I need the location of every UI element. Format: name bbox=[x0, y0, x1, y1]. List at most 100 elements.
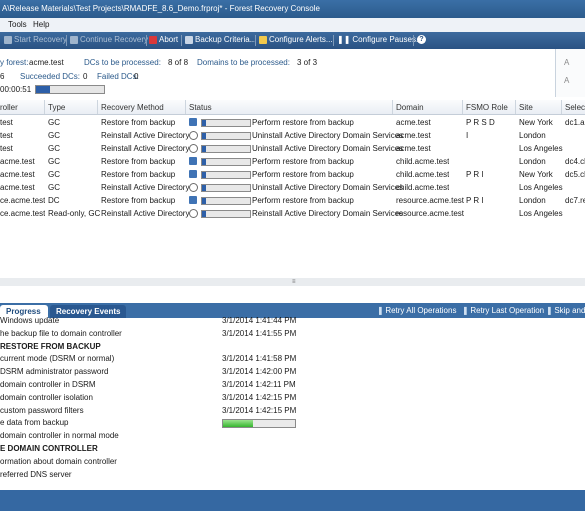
cell-recovery-method: Restore from backup bbox=[101, 196, 176, 205]
table-row[interactable]: ce.acme.test DC Restore from backup Perform… bbox=[0, 194, 585, 207]
col-select[interactable]: Select bbox=[565, 103, 585, 112]
cell-type: GC bbox=[48, 118, 60, 127]
cell-recovery-method: Reinstall Active Directory bbox=[101, 183, 190, 192]
title-bar: A\Release Materials\Test Projects\RMADFE… bbox=[0, 0, 585, 18]
tab-recovery-events[interactable]: Recovery Events bbox=[50, 305, 127, 318]
cell-select: dc1.ac bbox=[565, 118, 585, 127]
col-recovery-method[interactable]: Recovery Method bbox=[101, 103, 164, 112]
domains-processed-label: Domains to be processed: bbox=[197, 58, 290, 67]
dcs-processed-value: 8 of 8 bbox=[168, 58, 189, 67]
progress-step-label: domain controller in DSRM bbox=[0, 380, 96, 389]
configure-alerts-button[interactable]: Configure Alerts... bbox=[259, 35, 333, 44]
row-progress-bar bbox=[201, 145, 251, 153]
cell-domain: child.acme.test bbox=[396, 157, 450, 166]
progress-step-time: 3/1/2014 1:42:15 PM bbox=[222, 392, 297, 402]
cell-recovery-method: Restore from backup bbox=[101, 118, 176, 127]
cell-status: Perform restore from backup bbox=[252, 196, 354, 205]
retry-all-operations-button[interactable]: ❚ Retry All Operations bbox=[377, 306, 456, 315]
progress-step-time: 3/1/2014 1:41:58 PM bbox=[222, 354, 297, 364]
row-progress-fill bbox=[202, 133, 206, 139]
clock-icon bbox=[189, 209, 198, 218]
cell-site: Los Angeles bbox=[519, 183, 563, 192]
domains-processed-value: 3 of 3 bbox=[297, 58, 318, 67]
skip-button[interactable]: ❚ Skip and bbox=[546, 306, 585, 315]
cell-domain: resource.acme.test bbox=[396, 196, 465, 205]
cell-status: Perform restore from backup bbox=[252, 170, 354, 179]
table-row[interactable]: test GC Restore from backup Perform restore… bbox=[0, 116, 585, 129]
col-domain[interactable]: Domain bbox=[396, 103, 424, 112]
menu-tools[interactable]: Tools bbox=[8, 20, 27, 29]
table-row[interactable]: acme.test GC Restore from backup Perform re… bbox=[0, 168, 585, 181]
restore-icon bbox=[189, 196, 197, 204]
continue-icon bbox=[70, 35, 78, 44]
succeeded-label: Succeeded DCs: bbox=[20, 72, 81, 81]
cell-type: Read-only, GC bbox=[48, 209, 101, 218]
col-status[interactable]: Status bbox=[189, 103, 212, 112]
cell-fsmo-role: P R S D bbox=[466, 118, 495, 127]
table-row[interactable]: test GC Reinstall Active Directory Uninstal… bbox=[0, 129, 585, 142]
help-button[interactable]: ? bbox=[417, 35, 426, 44]
configure-pauses-button[interactable]: ❚❚ Configure Pauses... bbox=[337, 35, 423, 44]
continue-recovery-button[interactable]: Continue Recovery bbox=[70, 35, 148, 44]
cell-status: Uninstall Active Directory Domain Servic… bbox=[252, 144, 404, 153]
grid-horizontal-scrollbar[interactable]: ≡ bbox=[0, 278, 585, 286]
progress-step-time: 3/1/2014 1:42:00 PM bbox=[222, 367, 297, 377]
table-row[interactable]: test GC Reinstall Active Directory Uninstal… bbox=[0, 142, 585, 155]
succeeded-value: 0 bbox=[83, 72, 88, 81]
cell-select: dc7.re bbox=[565, 196, 585, 205]
table-row[interactable]: acme.test GC Restore from backup Perform re… bbox=[0, 155, 585, 168]
cell-fsmo-role: P R I bbox=[466, 196, 484, 205]
progress-step-label: Windows update bbox=[0, 316, 60, 325]
progress-step-time: 3/1/2014 1:42:11 PM bbox=[222, 380, 296, 389]
table-row[interactable]: ce.acme.test Read-only, GC Reinstall Activ… bbox=[0, 207, 585, 220]
cell-type: GC bbox=[48, 131, 60, 140]
cell-fsmo-role: P R I bbox=[466, 170, 484, 179]
count-prefix: 6 bbox=[0, 72, 5, 81]
progress-step-label: e data from backup bbox=[0, 418, 69, 428]
row-progress-fill bbox=[202, 146, 206, 152]
start-recovery-button[interactable]: Start Recovery bbox=[4, 35, 67, 44]
cell-domain: acme.test bbox=[396, 118, 431, 127]
help-icon: ? bbox=[417, 35, 426, 44]
progress-section-heading: E DOMAIN CONTROLLER bbox=[0, 444, 98, 453]
dcs-processed-label: DCs to be processed: bbox=[84, 58, 161, 67]
backup-criteria-button[interactable]: Backup Criteria... bbox=[185, 35, 256, 44]
cell-type: DC bbox=[48, 196, 60, 205]
table-row[interactable]: acme.test GC Reinstall Active Directory Uni… bbox=[0, 181, 585, 194]
progress-step-label: domain controller in normal mode bbox=[0, 431, 119, 441]
menu-help[interactable]: Help bbox=[33, 20, 49, 29]
cell-site: London bbox=[519, 131, 546, 140]
cell-recovery-method: Restore from backup bbox=[101, 170, 176, 179]
cell-controller: acme.test bbox=[0, 157, 35, 166]
pause-icon: ❚❚ bbox=[337, 35, 351, 44]
cell-status: Uninstall Active Directory Domain Servic… bbox=[252, 183, 404, 192]
right-panel-item-2[interactable]: A bbox=[564, 76, 569, 85]
col-site[interactable]: Site bbox=[519, 103, 533, 112]
failed-label: Failed DCs: bbox=[97, 72, 139, 81]
col-controller[interactable]: roller bbox=[0, 103, 18, 112]
row-progress-fill bbox=[202, 211, 206, 217]
row-progress-fill bbox=[202, 185, 206, 191]
overall-progress-fill bbox=[36, 86, 50, 93]
row-progress-bar bbox=[201, 119, 251, 127]
overall-progress-bar bbox=[35, 85, 105, 94]
cell-type: GC bbox=[48, 144, 60, 153]
right-panel-item-1[interactable]: A bbox=[564, 58, 569, 67]
progress-steps-panel: Windows update 3/1/2014 1:41:44 PM he back… bbox=[0, 316, 585, 490]
scroll-grip-icon[interactable]: ≡ bbox=[292, 279, 300, 285]
progress-step-time: 3/1/2014 1:41:55 PM bbox=[222, 328, 297, 338]
right-panel: A A bbox=[555, 49, 585, 97]
col-type[interactable]: Type bbox=[48, 103, 65, 112]
restore-icon bbox=[189, 170, 197, 178]
clock-icon bbox=[189, 183, 198, 192]
progress-step-label: referred DNS server bbox=[0, 469, 72, 479]
cell-site: Los Angeles bbox=[519, 209, 563, 218]
col-fsmo-role[interactable]: FSMO Role bbox=[466, 103, 508, 112]
cell-site: London bbox=[519, 157, 546, 166]
abort-icon bbox=[149, 35, 157, 44]
progress-step-label: ormation about domain controller bbox=[0, 456, 117, 466]
cell-controller: test bbox=[0, 118, 13, 127]
grid-header: roller Type Recovery Method Status Domai… bbox=[0, 100, 585, 115]
retry-last-operation-button[interactable]: ❚ Retry Last Operation bbox=[462, 306, 544, 315]
abort-button[interactable]: Abort bbox=[149, 35, 178, 44]
